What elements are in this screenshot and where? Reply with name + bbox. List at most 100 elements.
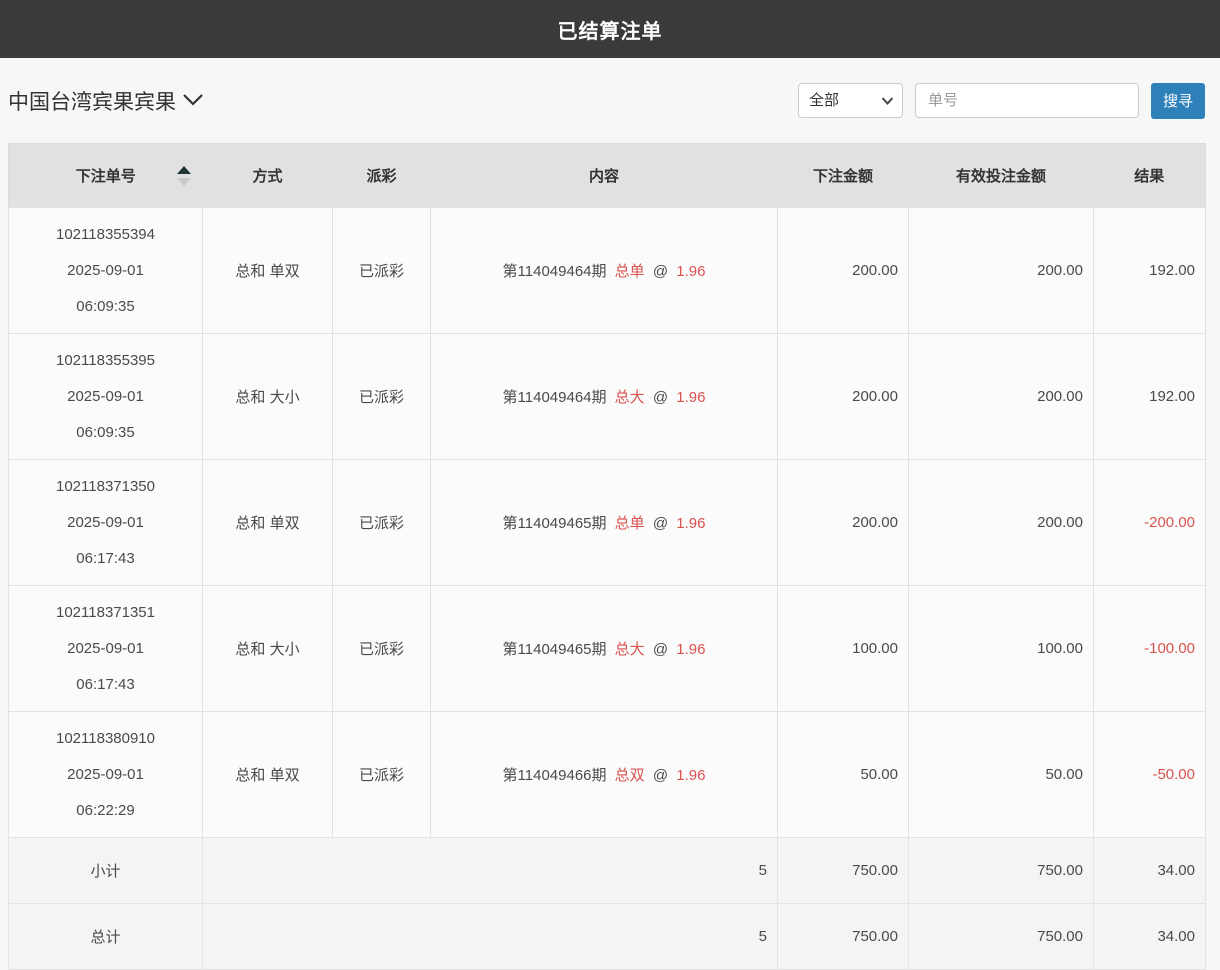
odds-value: 1.96 [676, 389, 705, 406]
order-cell: 102118371351 2025-09-01 06:17:43 [9, 586, 203, 712]
order-cell: 102118355394 2025-09-01 06:09:35 [9, 208, 203, 334]
odds-at-symbol: @ [653, 515, 668, 532]
pick-label: 总大 [615, 641, 645, 658]
odds-value: 1.96 [676, 767, 705, 784]
table-row: 102118355395 2025-09-01 06:09:35 总和 大小 已… [9, 334, 1206, 460]
valid-amount-cell: 50.00 [909, 712, 1094, 838]
col-header-valid-amount[interactable]: 有效投注金额 [909, 144, 1094, 208]
table-row: 102118355394 2025-09-01 06:09:35 总和 单双 已… [9, 208, 1206, 334]
col-header-order-id[interactable]: 下注单号 [9, 144, 203, 208]
bet-amount-cell: 200.00 [778, 334, 909, 460]
order-time: 06:09:35 [9, 425, 202, 440]
subtotal-count: 5 [203, 838, 778, 904]
period-label: 第114049464期 [503, 389, 607, 406]
col-header-bet-amount[interactable]: 下注金额 [778, 144, 909, 208]
pick-label: 总单 [615, 515, 645, 532]
table-header-row: 下注单号 方式 派彩 内容 下注金额 有效投注金额 结果 [9, 144, 1206, 208]
sort-asc-icon [177, 166, 191, 174]
odds-at-symbol: @ [653, 389, 668, 406]
total-row: 总计 5 750.00 750.00 34.00 [9, 904, 1206, 970]
order-id: 102118371350 [9, 479, 202, 494]
order-cell: 102118380910 2025-09-01 06:22:29 [9, 712, 203, 838]
app-header: 已结算注单 [0, 0, 1220, 58]
col-header-payout[interactable]: 派彩 [333, 144, 431, 208]
bet-amount-cell: 100.00 [778, 586, 909, 712]
total-bet-amount: 750.00 [778, 904, 909, 970]
chevron-down-icon [182, 89, 204, 113]
pick-label: 总大 [615, 389, 645, 406]
odds-value: 1.96 [676, 263, 705, 280]
method-cell: 总和 单双 [203, 208, 333, 334]
col-header-result[interactable]: 结果 [1094, 144, 1206, 208]
lottery-name: 中国台湾宾果宾果 [8, 86, 176, 116]
col-header-method[interactable]: 方式 [203, 144, 333, 208]
result-cell: -100.00 [1094, 586, 1206, 712]
order-time: 06:22:29 [9, 803, 202, 818]
col-header-content[interactable]: 内容 [431, 144, 778, 208]
order-time: 06:17:43 [9, 551, 202, 566]
content-cell: 第114049464期 总单 @ 1.96 [431, 208, 778, 334]
page-title: 已结算注单 [558, 15, 663, 44]
table-row: 102118371350 2025-09-01 06:17:43 总和 单双 已… [9, 460, 1206, 586]
table-row: 102118371351 2025-09-01 06:17:43 总和 大小 已… [9, 586, 1206, 712]
order-cell: 102118371350 2025-09-01 06:17:43 [9, 460, 203, 586]
order-date: 2025-09-01 [9, 389, 202, 404]
content-cell: 第114049465期 总大 @ 1.96 [431, 586, 778, 712]
order-time: 06:17:43 [9, 677, 202, 692]
period-label: 第114049466期 [503, 767, 607, 784]
bet-amount-cell: 200.00 [778, 460, 909, 586]
settled-bets-table: 下注单号 方式 派彩 内容 下注金额 有效投注金额 结果 10211835539… [8, 143, 1206, 970]
content-cell: 第114049466期 总双 @ 1.96 [431, 712, 778, 838]
odds-at-symbol: @ [653, 641, 668, 658]
payout-status-cell: 已派彩 [333, 334, 431, 460]
total-count: 5 [203, 904, 778, 970]
total-result: 34.00 [1094, 904, 1206, 970]
period-label: 第114049465期 [503, 641, 607, 658]
odds-value: 1.96 [676, 641, 705, 658]
order-id: 102118355394 [9, 227, 202, 242]
filter-select[interactable]: 全部 [798, 83, 903, 118]
valid-amount-cell: 200.00 [909, 208, 1094, 334]
order-cell: 102118355395 2025-09-01 06:09:35 [9, 334, 203, 460]
method-cell: 总和 单双 [203, 460, 333, 586]
subtotal-valid-amount: 750.00 [909, 838, 1094, 904]
order-date: 2025-09-01 [9, 515, 202, 530]
lottery-selector[interactable]: 中国台湾宾果宾果 [8, 86, 204, 116]
result-cell: 192.00 [1094, 208, 1206, 334]
subtotal-bet-amount: 750.00 [778, 838, 909, 904]
result-cell: -50.00 [1094, 712, 1206, 838]
content-cell: 第114049465期 总单 @ 1.96 [431, 460, 778, 586]
bet-amount-cell: 200.00 [778, 208, 909, 334]
method-cell: 总和 单双 [203, 712, 333, 838]
order-id: 102118355395 [9, 353, 202, 368]
col-header-label: 下注单号 [76, 168, 136, 185]
result-cell: -200.00 [1094, 460, 1206, 586]
toolbar: 中国台湾宾果宾果 全部 搜寻 [8, 58, 1205, 143]
subtotal-label: 小计 [9, 838, 203, 904]
subtotal-row: 小计 5 750.00 750.00 34.00 [9, 838, 1206, 904]
valid-amount-cell: 100.00 [909, 586, 1094, 712]
order-search-input[interactable] [915, 83, 1139, 118]
order-date: 2025-09-01 [9, 767, 202, 782]
period-label: 第114049464期 [503, 263, 607, 280]
bet-amount-cell: 50.00 [778, 712, 909, 838]
pick-label: 总双 [615, 767, 645, 784]
total-label: 总计 [9, 904, 203, 970]
search-controls: 全部 搜寻 [798, 83, 1205, 119]
search-button[interactable]: 搜寻 [1151, 83, 1205, 119]
table-row: 102118380910 2025-09-01 06:22:29 总和 单双 已… [9, 712, 1206, 838]
odds-at-symbol: @ [653, 263, 668, 280]
order-date: 2025-09-01 [9, 263, 202, 278]
method-cell: 总和 大小 [203, 586, 333, 712]
order-date: 2025-09-01 [9, 641, 202, 656]
pick-label: 总单 [615, 263, 645, 280]
sort-indicator[interactable] [177, 166, 191, 186]
payout-status-cell: 已派彩 [333, 586, 431, 712]
content-cell: 第114049464期 总大 @ 1.96 [431, 334, 778, 460]
method-cell: 总和 大小 [203, 334, 333, 460]
payout-status-cell: 已派彩 [333, 712, 431, 838]
odds-value: 1.96 [676, 515, 705, 532]
order-id: 102118371351 [9, 605, 202, 620]
period-label: 第114049465期 [503, 515, 607, 532]
filter-select-wrap: 全部 [798, 83, 903, 118]
